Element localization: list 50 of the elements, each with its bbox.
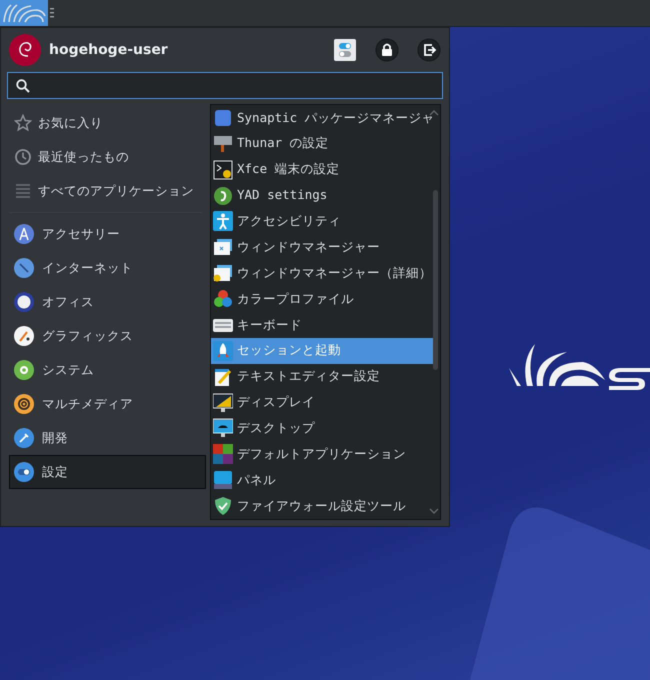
category-item[interactable]: インターネット <box>9 251 206 285</box>
list-icon <box>14 182 32 200</box>
box-icon <box>213 108 233 128</box>
user-avatar-icon <box>9 34 41 66</box>
window-gear-icon <box>213 263 233 284</box>
category-item[interactable]: グラフィックス <box>9 319 206 353</box>
scrollbar-thumb[interactable] <box>433 190 438 370</box>
category-item[interactable]: オフィス <box>9 285 206 319</box>
menu-place-item[interactable]: すべてのアプリケーション <box>9 174 206 208</box>
swirl-logo-icon <box>1 2 47 24</box>
window-icon <box>213 237 233 258</box>
terminal-gear-icon <box>213 160 233 180</box>
app-item[interactable]: Xfce 端末の設定 <box>211 156 436 183</box>
menu-place-item[interactable]: 最近使ったもの <box>9 140 206 174</box>
menu-place-item[interactable]: お気に入り <box>9 106 206 140</box>
app-item[interactable]: ファイアウォール設定ツール <box>211 493 436 519</box>
settings-button[interactable] <box>333 38 357 62</box>
person-icon <box>213 211 233 232</box>
category-item[interactable]: 設定 <box>9 455 206 489</box>
app-item[interactable]: デフォルトアプリケーション <box>211 441 436 468</box>
lock-button[interactable] <box>375 38 399 62</box>
app-item[interactable]: Synaptic パッケージマネージャ <box>211 105 436 131</box>
category-item[interactable]: アクセサリー <box>9 217 206 251</box>
display-ruler-icon <box>213 392 233 413</box>
category-item[interactable]: 開発 <box>9 421 206 455</box>
shield-check-icon <box>213 496 233 516</box>
app-item[interactable]: ディスプレイ <box>211 390 436 416</box>
search-field[interactable] <box>7 72 443 99</box>
log-out-button[interactable] <box>417 38 441 62</box>
rocket-icon <box>213 340 233 361</box>
four-squares-icon <box>213 444 233 464</box>
notepad-pencil-icon <box>213 366 233 387</box>
hammer-icon <box>14 428 34 448</box>
star-icon <box>14 114 32 132</box>
app-item[interactable]: YAD settings <box>211 182 436 208</box>
app-item[interactable]: デスクトップ <box>211 416 436 442</box>
panel-icon <box>213 470 233 490</box>
category-item[interactable]: マルチメディア <box>9 387 206 421</box>
clock-icon <box>14 148 32 166</box>
user-name: hogehoge-user <box>49 40 169 60</box>
color-circles-icon <box>213 289 233 310</box>
compass-drawing-icon <box>14 224 34 244</box>
scroll-down-icon[interactable] <box>429 507 439 515</box>
search-icon <box>16 78 30 92</box>
app-item[interactable]: Thunar の設定 <box>211 130 436 157</box>
app-item[interactable]: パネル <box>211 467 436 494</box>
panel-handle-icon <box>50 7 54 19</box>
app-item[interactable]: テキストエディター設定 <box>211 364 436 390</box>
toggle-icon <box>14 462 34 482</box>
category-item[interactable]: システム <box>9 353 206 387</box>
